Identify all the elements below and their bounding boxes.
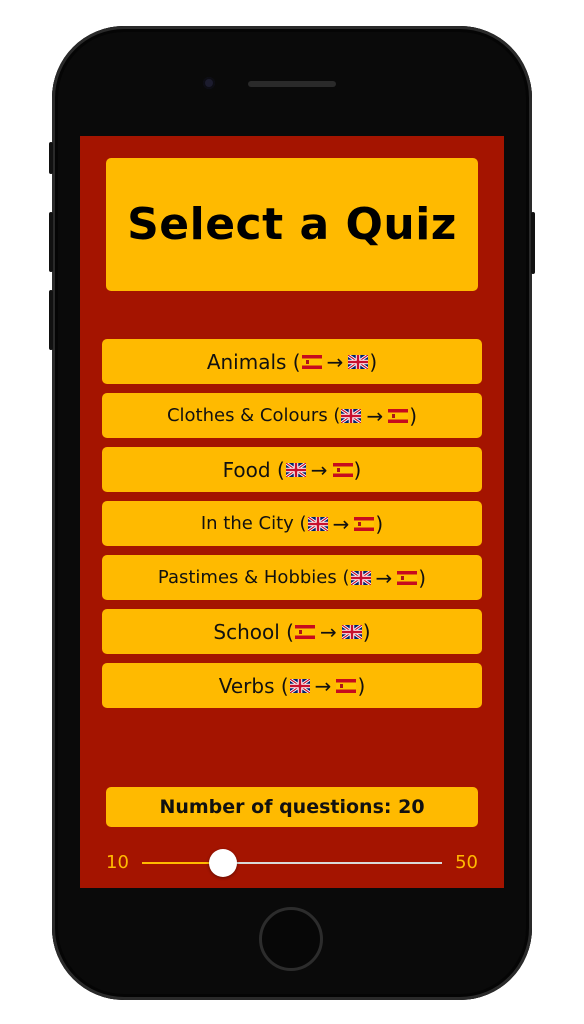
close-paren: ) xyxy=(418,565,427,590)
arrow-label: → xyxy=(332,511,350,536)
volume-up-button xyxy=(49,212,53,272)
es-flag-icon xyxy=(388,408,409,423)
gb-flag-icon xyxy=(350,570,371,585)
arrow-label: → xyxy=(326,349,344,374)
gb-flag-icon xyxy=(341,408,362,423)
quiz-button-food[interactable]: Food ( → ) xyxy=(102,447,482,492)
close-paren: ) xyxy=(362,619,371,644)
es-flag-icon xyxy=(294,624,315,639)
volume-down-button xyxy=(49,290,53,350)
mute-switch xyxy=(49,142,53,174)
quiz-button-school[interactable]: School ( → ) xyxy=(102,609,482,654)
quiz-label: Verbs ( xyxy=(218,673,289,698)
arrow-label: → xyxy=(319,619,337,644)
es-flag-icon xyxy=(336,678,357,693)
close-paren: ) xyxy=(375,511,384,536)
earpiece-speaker xyxy=(248,81,336,87)
quiz-label: Food ( xyxy=(222,457,285,482)
arrow-label: → xyxy=(366,403,384,428)
gb-flag-icon xyxy=(341,624,362,639)
page-title: Select a Quiz xyxy=(127,199,457,250)
close-paren: ) xyxy=(353,457,362,482)
arrow-label: → xyxy=(375,565,393,590)
slider-thumb[interactable] xyxy=(209,849,237,877)
question-count-slider[interactable]: 10 50 xyxy=(80,848,504,878)
quiz-list: Animals ( → ) Clothes & Colours ( → ) Fo… xyxy=(102,339,482,717)
gb-flag-icon xyxy=(307,516,328,531)
question-count-label: Number of questions: 20 xyxy=(106,787,478,827)
arrow-label: → xyxy=(314,673,332,698)
es-flag-icon xyxy=(332,462,353,477)
gb-flag-icon xyxy=(348,354,369,369)
quiz-button-clothes-colours[interactable]: Clothes & Colours ( → ) xyxy=(102,393,482,438)
quiz-label: Pastimes & Hobbies ( xyxy=(157,567,350,588)
quiz-button-pastimes-hobbies[interactable]: Pastimes & Hobbies ( → ) xyxy=(102,555,482,600)
quiz-label: School ( xyxy=(213,619,294,644)
slider-min-label: 10 xyxy=(106,852,129,873)
quiz-button-animals[interactable]: Animals ( → ) xyxy=(102,339,482,384)
close-paren: ) xyxy=(409,403,418,428)
slider-track-empty[interactable] xyxy=(223,862,442,864)
front-camera xyxy=(203,77,215,89)
close-paren: ) xyxy=(357,673,366,698)
es-flag-icon xyxy=(354,516,375,531)
arrow-label: → xyxy=(310,457,328,482)
title-banner: Select a Quiz xyxy=(106,158,478,291)
slider-max-label: 50 xyxy=(455,852,478,873)
gb-flag-icon xyxy=(289,678,310,693)
es-flag-icon xyxy=(301,354,322,369)
quiz-button-in-the-city[interactable]: In the City ( → ) xyxy=(102,501,482,546)
quiz-label: In the City ( xyxy=(200,513,307,534)
quiz-button-verbs[interactable]: Verbs ( → ) xyxy=(102,663,482,708)
es-flag-icon xyxy=(397,570,418,585)
close-paren: ) xyxy=(369,349,378,374)
quiz-label: Clothes & Colours ( xyxy=(166,405,341,426)
home-button[interactable] xyxy=(259,907,323,971)
app-screen: Select a Quiz Animals ( → ) Clothes & Co… xyxy=(80,136,504,888)
quiz-label: Animals ( xyxy=(206,349,301,374)
power-button xyxy=(531,212,535,274)
gb-flag-icon xyxy=(285,462,306,477)
